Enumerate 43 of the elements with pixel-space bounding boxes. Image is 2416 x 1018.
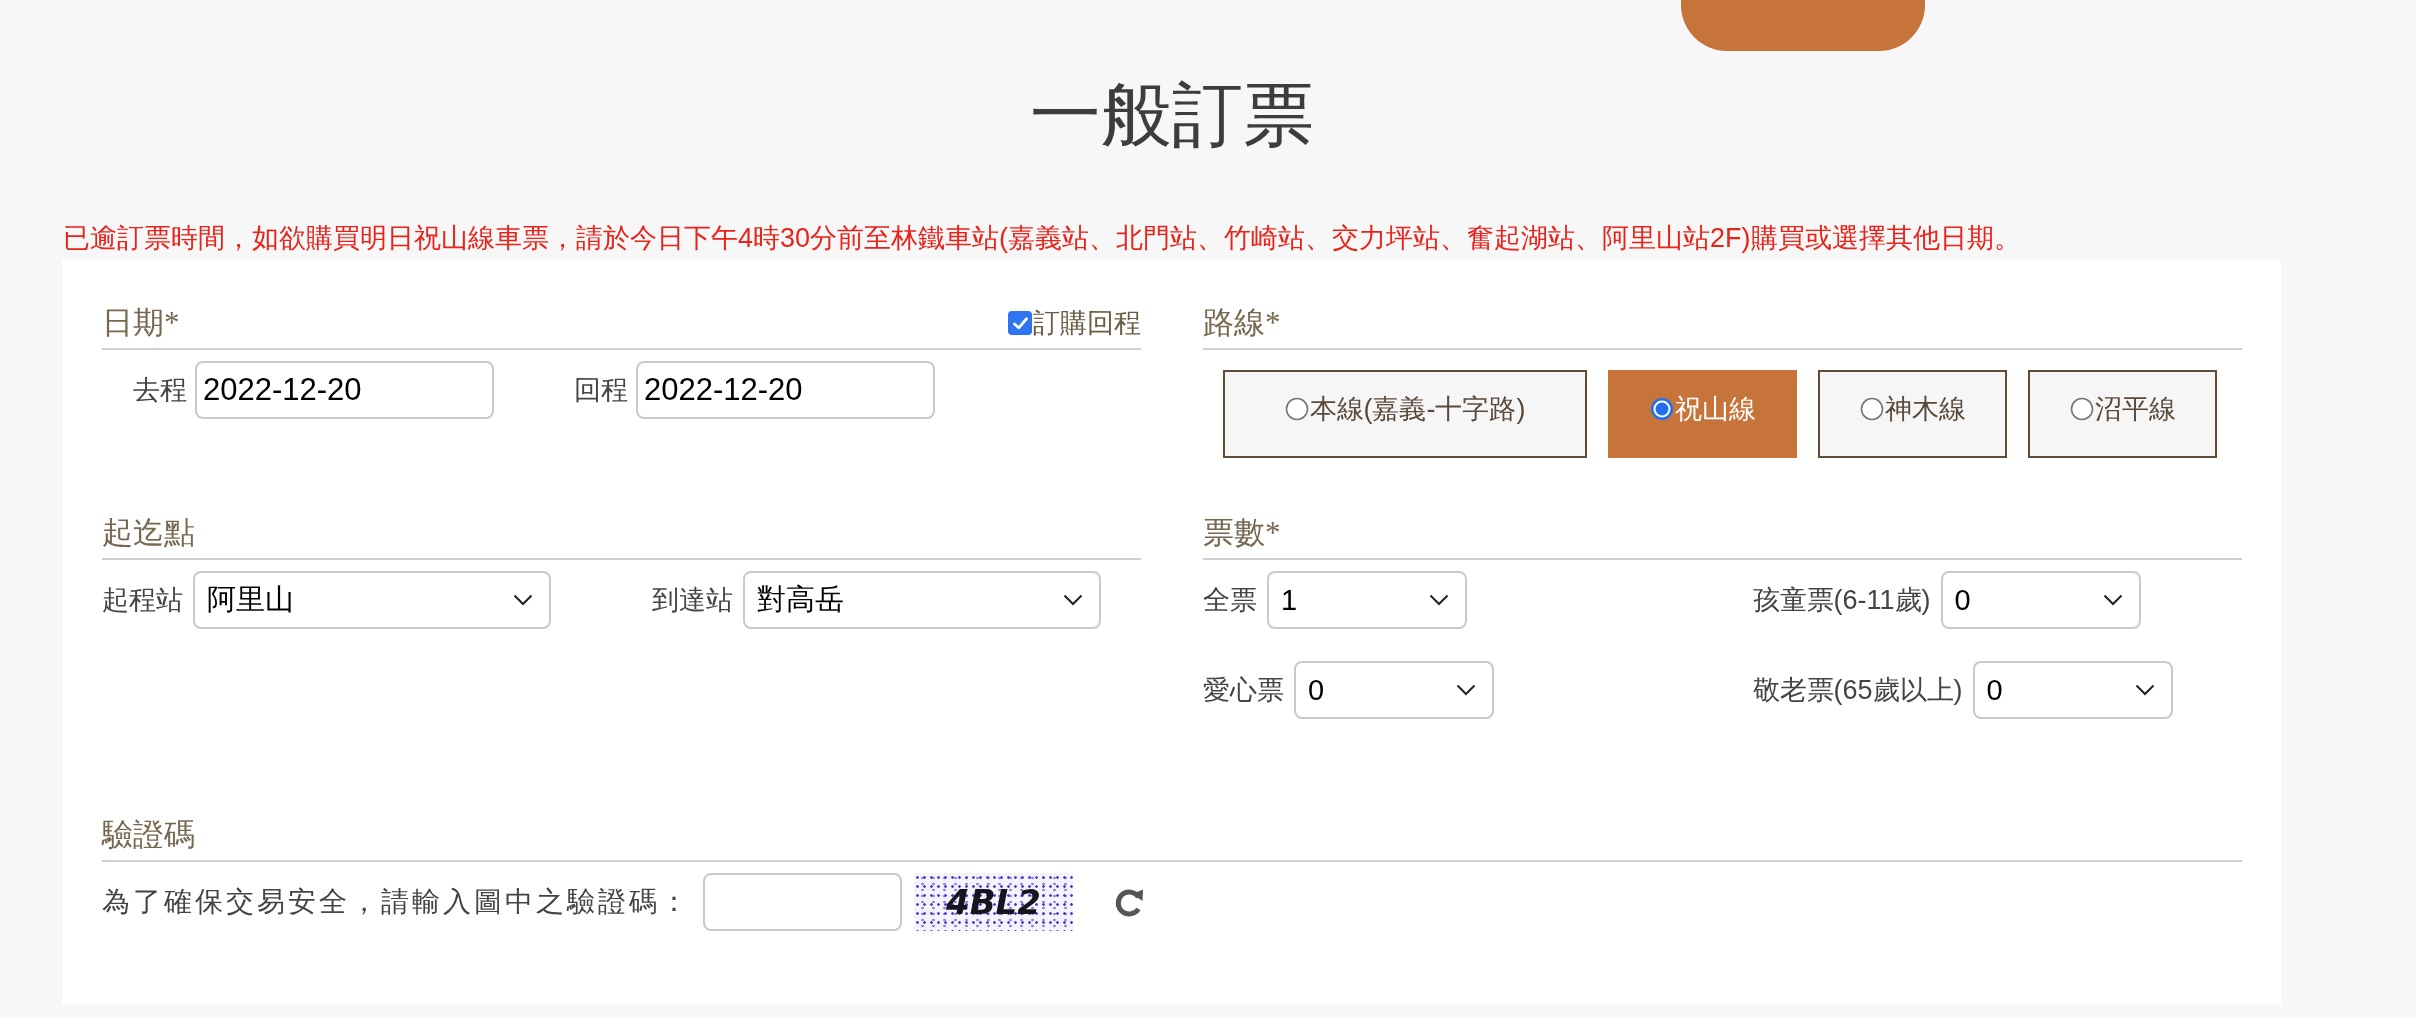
chevron-down-icon xyxy=(2134,684,2155,696)
route-option-button[interactable]: 沼平線 xyxy=(2028,370,2217,458)
checkbox-label: 訂購回程 xyxy=(1033,307,1141,340)
ticket-count-select[interactable]: 1 xyxy=(1267,571,1467,629)
section-heading: 票數* xyxy=(1203,514,1281,552)
field-label: 敬老票(65歲以上) xyxy=(1752,674,1963,707)
field-label: 到達站 xyxy=(651,584,733,617)
section-heading: 起迄點 xyxy=(102,514,195,552)
field-label: 孩童票(6-11歲) xyxy=(1752,584,1931,617)
chevron-down-icon xyxy=(1456,684,1476,696)
route-option-button[interactable]: 神木線 xyxy=(1818,370,2007,458)
ticket-count-select[interactable]: 0 xyxy=(1294,661,1494,719)
ticket-count-select[interactable]: 0 xyxy=(1972,661,2173,719)
field-label: 回程 xyxy=(574,374,628,407)
field-label: 全票 xyxy=(1203,584,1257,617)
ticket-count-select[interactable]: 0 xyxy=(1940,571,2141,629)
date-field[interactable]: 2022-12-20 xyxy=(195,361,494,419)
refresh-icon[interactable] xyxy=(1113,886,1145,918)
chevron-down-icon xyxy=(513,594,533,606)
route-option-button[interactable]: 本線(嘉義-十字路) xyxy=(1223,370,1587,458)
page-title: 一般訂票 xyxy=(1028,75,1315,156)
field-label: 起程站 xyxy=(102,584,183,617)
captcha-prompt: 為了確保交易安全，請輸入圖中之驗證碼： xyxy=(102,885,691,919)
captcha-input[interactable] xyxy=(703,873,902,931)
radio-icon xyxy=(1649,397,1674,421)
notice-message: 已逾訂票時間，如欲購買明日祝山線車票，請於今日下午4時30分前至林鐵車站(嘉義站、北門站、竹崎站、交力坪站、奮起湖站、阿里山站2F)購買或選擇其他日期。 xyxy=(63,222,2022,255)
field-label: 愛心票 xyxy=(1203,674,1284,707)
radio-icon xyxy=(1859,397,1884,421)
section-heading: 路線* xyxy=(1203,304,1281,342)
field-label: 去程 xyxy=(133,374,187,407)
route-option-button[interactable]: 祝山線 xyxy=(1608,370,1797,458)
section-heading: 日期* xyxy=(102,304,180,342)
chevron-down-icon xyxy=(2102,594,2123,606)
checkbox[interactable] xyxy=(1008,311,1032,335)
captcha-image: 4BL2 xyxy=(914,873,1073,931)
chevron-down-icon xyxy=(1429,594,1449,606)
radio-icon xyxy=(1284,397,1309,421)
chevron-down-icon xyxy=(1062,594,1083,606)
station-select[interactable]: 對高岳 xyxy=(742,571,1101,629)
date-field[interactable]: 2022-12-20 xyxy=(636,361,935,419)
section-heading: 驗證碼 xyxy=(102,816,195,854)
radio-icon xyxy=(2069,397,2094,421)
station-select[interactable]: 阿里山 xyxy=(193,571,551,629)
